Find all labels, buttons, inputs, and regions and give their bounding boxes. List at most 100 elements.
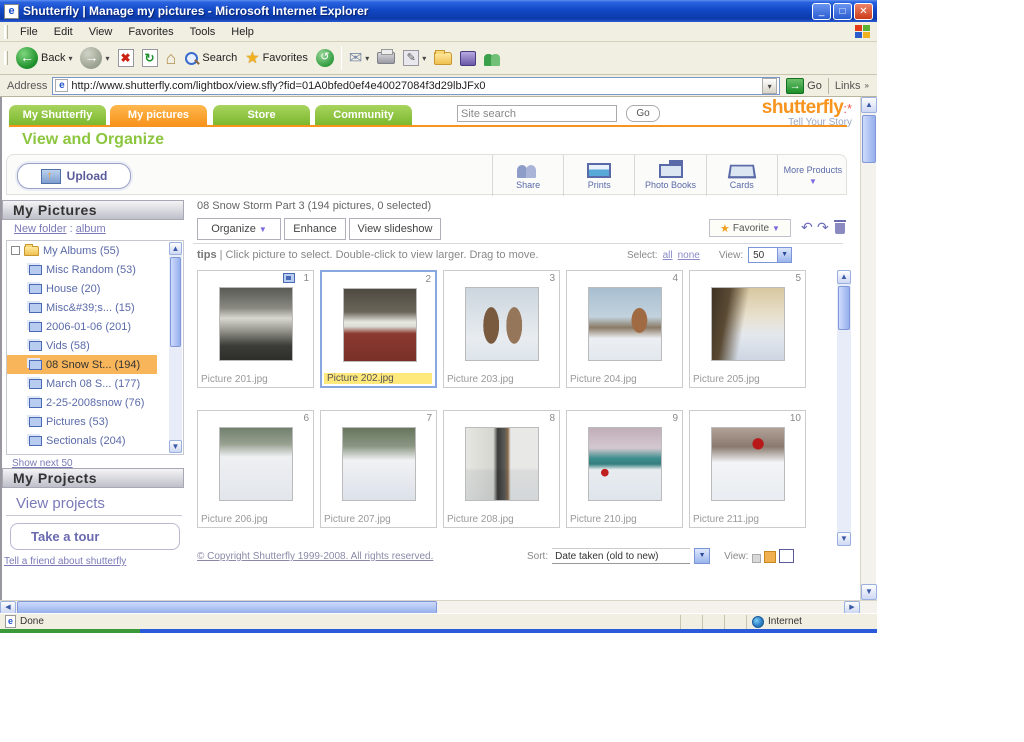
photo-card-selected[interactable]: 2 Picture 202.jpg — [320, 270, 437, 388]
photo-thumbnail[interactable] — [465, 287, 539, 361]
scroll-down-icon[interactable]: ▼ — [837, 532, 851, 546]
photo-card[interactable]: 9 Picture 210.jpg — [566, 410, 683, 528]
view-projects-link[interactable]: View projects — [16, 495, 105, 512]
album-item[interactable]: March 08 S... (177) — [7, 374, 183, 393]
edit-dropdown-icon[interactable]: ▾ — [422, 54, 426, 63]
refresh-button[interactable]: ↻ — [138, 44, 162, 72]
menu-file[interactable]: File — [12, 24, 46, 40]
photo-card[interactable]: 1 Picture 201.jpg — [197, 270, 314, 388]
checkbox[interactable] — [11, 246, 20, 255]
photo-card[interactable]: 7 Picture 207.jpg — [320, 410, 437, 528]
photo-card[interactable]: 4 Picture 204.jpg — [566, 270, 683, 388]
mail-button[interactable]: ✉ ▾ — [345, 44, 373, 72]
vertical-scrollbar[interactable]: ▲ ▼ — [860, 97, 876, 600]
edit-button[interactable]: ✎ ▾ — [399, 44, 430, 72]
tab-my-shutterfly[interactable]: My Shutterfly — [9, 105, 106, 125]
mail-dropdown-icon[interactable]: ▾ — [365, 54, 369, 63]
photo-card[interactable]: 10 Picture 211.jpg — [689, 410, 806, 528]
trash-icon[interactable] — [834, 220, 846, 234]
menu-tools[interactable]: Tools — [182, 24, 224, 40]
photo-card[interactable]: 8 Picture 208.jpg — [443, 410, 560, 528]
scrollbar-thumb[interactable] — [838, 286, 850, 330]
view-slideshow-button[interactable]: View slideshow — [349, 218, 441, 240]
sort-select[interactable]: Date taken (old to new) — [552, 548, 690, 564]
photo-thumbnail[interactable] — [588, 427, 662, 501]
menu-view[interactable]: View — [81, 24, 121, 40]
photo-thumbnail[interactable] — [343, 288, 417, 362]
new-folder-link[interactable]: New folder — [14, 223, 67, 235]
select-all-link[interactable]: all — [663, 250, 673, 261]
take-tour-button[interactable]: Take a tour — [10, 523, 180, 550]
address-dropdown-icon[interactable]: ▾ — [762, 78, 777, 94]
minimize-button[interactable]: _ — [812, 3, 831, 20]
album-item[interactable]: Pictures (53) — [7, 412, 183, 431]
links-button[interactable]: Links » — [828, 78, 877, 94]
photo-card[interactable]: 5 Picture 205.jpg — [689, 270, 806, 388]
discuss-button[interactable] — [456, 44, 480, 72]
album-item[interactable]: 2-25-2008snow (76) — [7, 393, 183, 412]
go-button[interactable]: → Go — [786, 78, 822, 94]
photo-card[interactable]: 6 Picture 206.jpg — [197, 410, 314, 528]
folders-button[interactable] — [430, 44, 456, 72]
album-item[interactable]: House (20) — [7, 279, 183, 298]
photo-thumbnail[interactable] — [342, 427, 416, 501]
scroll-up-icon[interactable]: ▲ — [169, 242, 182, 255]
scrollbar-thumb[interactable] — [170, 257, 181, 347]
tell-friend-link[interactable]: Tell a friend about shutterfly — [4, 556, 126, 567]
sort-dropdown-icon[interactable]: ▼ — [694, 548, 710, 564]
history-button[interactable]: ↺ — [312, 44, 338, 72]
grid-scrollbar[interactable]: ▲ ▼ — [837, 270, 851, 546]
scroll-up-icon[interactable]: ▲ — [861, 97, 877, 113]
large-size-icon[interactable] — [779, 549, 794, 563]
album-item-selected[interactable]: 08 Snow St... (194) — [7, 355, 157, 374]
menu-favorites[interactable]: Favorites — [120, 24, 181, 40]
rotate-right-icon[interactable]: ↷ — [817, 219, 829, 236]
stop-button[interactable]: ✖ — [114, 44, 138, 72]
album-item[interactable]: Misc&#39;s... (15) — [7, 298, 183, 317]
address-input[interactable] — [71, 80, 762, 92]
back-dropdown-icon[interactable]: ▾ — [68, 54, 72, 63]
favorites-button[interactable]: ★ Favorites — [241, 44, 312, 72]
photo-thumbnail[interactable] — [588, 287, 662, 361]
address-input-box[interactable]: e ▾ — [52, 77, 780, 95]
horizontal-scrollbar[interactable]: ◀ ▶ — [0, 600, 877, 613]
scrollbar-thumb[interactable] — [862, 115, 876, 163]
back-button[interactable]: ← Back ▾ — [12, 44, 76, 72]
home-button[interactable]: ⌂ — [162, 44, 181, 72]
menu-help[interactable]: Help — [223, 24, 262, 40]
photo-thumbnail[interactable] — [465, 427, 539, 501]
enhance-button[interactable]: Enhance — [284, 218, 346, 240]
forward-dropdown-icon[interactable]: ▾ — [105, 54, 109, 63]
menu-edit[interactable]: Edit — [46, 24, 81, 40]
album-item[interactable]: Vids (58) — [7, 336, 183, 355]
select-none-link[interactable]: none — [678, 250, 700, 261]
favorite-button[interactable]: ★ Favorite ▼ — [709, 219, 791, 237]
photo-thumbnail[interactable] — [711, 427, 785, 501]
search-button[interactable]: Search — [180, 44, 241, 72]
scroll-down-icon[interactable]: ▼ — [169, 440, 182, 453]
close-button[interactable]: ✕ — [854, 3, 873, 20]
title-bar[interactable]: e Shutterfly | Manage my pictures - Micr… — [0, 0, 877, 22]
view-count-select[interactable]: 50 ▼ — [748, 247, 792, 263]
view-count-dropdown-icon[interactable]: ▼ — [777, 248, 791, 262]
album-item[interactable]: Sectionals (204) — [7, 431, 183, 450]
album-link[interactable]: album — [76, 223, 106, 235]
rotate-left-icon[interactable]: ↶ — [801, 219, 813, 236]
photo-thumbnail[interactable] — [219, 427, 293, 501]
album-item[interactable]: Misc Random (53) — [7, 260, 183, 279]
photo-card[interactable]: 3 Picture 203.jpg — [443, 270, 560, 388]
albums-root-row[interactable]: My Albums (55) — [7, 241, 183, 260]
upload-button[interactable]: Upload — [17, 163, 131, 189]
maximize-button[interactable]: □ — [833, 3, 852, 20]
albums-scrollbar[interactable]: ▲ ▼ — [169, 242, 182, 453]
messenger-button[interactable] — [480, 44, 506, 72]
photo-thumbnail[interactable] — [711, 287, 785, 361]
print-button[interactable] — [373, 44, 399, 72]
forward-button[interactable]: → ▾ — [76, 44, 113, 72]
scroll-up-icon[interactable]: ▲ — [837, 270, 851, 284]
small-size-icon[interactable] — [752, 554, 761, 563]
organize-button[interactable]: Organize ▼ — [197, 218, 281, 240]
album-item[interactable]: 2006-01-06 (201) — [7, 317, 183, 336]
scroll-down-icon[interactable]: ▼ — [861, 584, 877, 600]
photo-thumbnail[interactable] — [219, 287, 293, 361]
